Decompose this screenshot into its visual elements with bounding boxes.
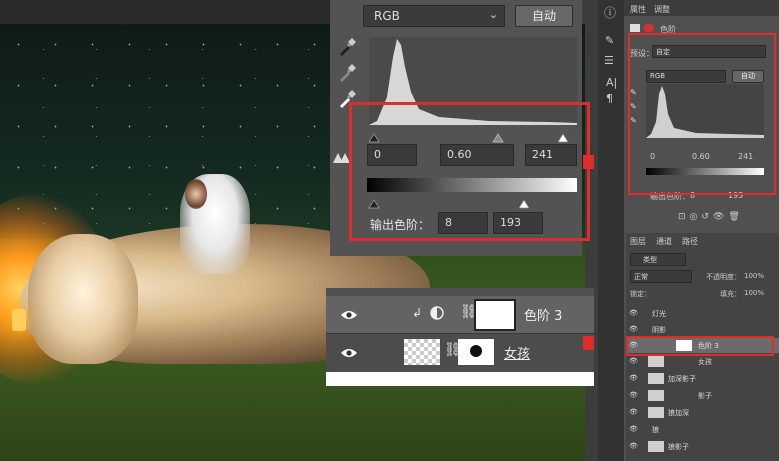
eye-icon[interactable]: 👁 — [629, 442, 639, 450]
adjustment-circle-icon — [430, 306, 444, 320]
panel-tabbar — [624, 0, 779, 16]
layer-name: 色阶 3 — [524, 309, 563, 324]
layers-zoom-panel: ↲ ⛓ 色阶 3 ⛓ 女孩 — [326, 288, 594, 386]
layer-row-bottom-partial — [326, 372, 594, 386]
gray-eyedropper-icon[interactable] — [336, 62, 358, 84]
layer-name: 狼 — [652, 426, 659, 434]
layer-row[interactable]: 👁 阴影 — [626, 322, 779, 337]
fill-value[interactable]: 100% — [744, 289, 764, 297]
opacity-label: 不透明度： — [706, 273, 741, 281]
sliders-icon[interactable]: ☰ — [604, 54, 614, 67]
layer-thumbnail[interactable] — [648, 441, 664, 452]
lock-label: 锁定： — [630, 290, 651, 298]
layer-row[interactable]: 👁 影子 — [626, 388, 779, 403]
layer-row-levels[interactable]: ↲ ⛓ 色阶 3 — [326, 296, 594, 334]
opacity-value[interactable]: 100% — [744, 272, 764, 280]
right-toolstrip: ⓘ ✎ ☰ A| ¶ — [598, 0, 624, 461]
brush-icon[interactable]: ✎ — [605, 34, 614, 47]
character-icon[interactable]: A| — [606, 76, 617, 89]
layer-filter-select[interactable]: 类型 — [630, 253, 686, 266]
tab-paths[interactable]: 路径 — [682, 236, 698, 247]
paragraph-icon[interactable]: ¶ — [606, 92, 613, 105]
highlight-box-layer — [626, 336, 774, 356]
info-icon[interactable]: ⓘ — [604, 4, 616, 21]
channel-select[interactable]: RGB ⌄ — [363, 5, 505, 27]
black-eyedropper-icon[interactable] — [336, 36, 358, 58]
layer-name: 影子 — [698, 392, 712, 400]
highlight-box-properties — [628, 33, 776, 195]
filter-kind-value: 类型 — [643, 256, 657, 264]
levels-adjust-icon — [630, 24, 640, 32]
tab-adjustments[interactable]: 调整 — [654, 4, 670, 15]
layer-name: 灯光 — [652, 310, 666, 318]
layer-row[interactable]: 👁 狼影子 — [626, 439, 779, 454]
tab-properties[interactable]: 属性 — [630, 4, 646, 15]
layer-name: 阴影 — [652, 326, 666, 334]
chevron-down-icon: ⌄ — [488, 8, 498, 21]
eye-icon[interactable] — [340, 347, 358, 359]
girl-head — [185, 179, 207, 209]
layer-thumbnail[interactable] — [648, 407, 664, 418]
layer-name: 女孩 — [504, 347, 531, 362]
eye-icon[interactable]: 👁 — [629, 425, 639, 433]
channel-value: RGB — [374, 9, 400, 23]
layer-name: 狼加深 — [668, 409, 689, 417]
layer-row[interactable]: 👁 狼加深 — [626, 405, 779, 420]
mask-thumbnail[interactable] — [474, 299, 516, 331]
tab-layers[interactable]: 图层 — [630, 236, 646, 247]
eye-icon[interactable]: 👁 — [629, 309, 639, 317]
eye-icon[interactable]: 👁 — [629, 357, 639, 365]
eye-icon[interactable]: 👁 — [629, 408, 639, 416]
layer-row[interactable]: 👁 灯光 — [626, 306, 779, 321]
layer-name: 狼影子 — [668, 443, 689, 451]
layer-thumbnail[interactable] — [648, 373, 664, 384]
fill-label: 填充： — [720, 290, 741, 298]
eye-icon[interactable]: 👁 — [629, 374, 639, 382]
layer-row[interactable]: 👁 加深影子 — [626, 371, 779, 386]
highlight-box-levels — [349, 102, 590, 241]
tab-channels[interactable]: 通道 — [656, 236, 672, 247]
auto-button[interactable]: 自动 — [515, 5, 573, 27]
blend-mode-select[interactable]: 正常 — [630, 270, 692, 283]
wolf-head — [28, 234, 138, 364]
panel-footer-icons[interactable]: ⊡◎↺👁🗑 — [678, 212, 774, 226]
layer-row[interactable]: 👁 狼 — [626, 422, 779, 437]
eye-icon[interactable] — [340, 309, 358, 321]
canvas-topbar — [0, 0, 330, 24]
eye-icon[interactable]: 👁 — [629, 391, 639, 399]
layer-thumbnail[interactable] — [404, 339, 440, 365]
layer-thumbnail[interactable] — [648, 356, 664, 367]
blend-mode-value: 正常 — [634, 273, 648, 281]
layer-name: 加深影子 — [668, 375, 696, 383]
mask-icon[interactable] — [644, 24, 654, 32]
clip-arrow-icon: ↲ — [412, 306, 423, 320]
eye-icon[interactable]: 👁 — [629, 325, 639, 333]
layer-thumbnail[interactable] — [648, 390, 664, 401]
layer-row-top-partial — [326, 288, 594, 296]
lantern — [12, 309, 26, 331]
layer-row-girl[interactable]: ⛓ 女孩 — [326, 334, 594, 371]
mask-thumbnail[interactable] — [458, 339, 494, 365]
layer-name: 女孩 — [698, 358, 712, 366]
layer-row[interactable]: 👁 女孩 — [626, 354, 779, 369]
